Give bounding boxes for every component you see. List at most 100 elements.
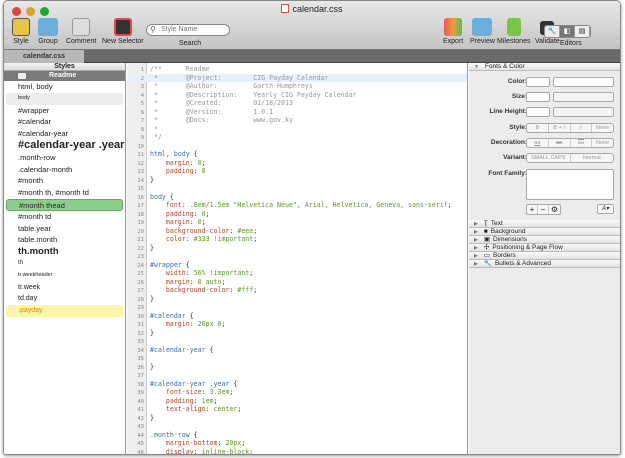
section-borders[interactable]: ▶ ▭ Borders	[469, 252, 620, 260]
code-token-pun: }	[150, 362, 154, 371]
color-field[interactable]	[553, 77, 614, 87]
size-label: Size:	[511, 93, 527, 100]
style-label: Style	[13, 38, 29, 45]
variant-segmented[interactable]: SMALL CAPS Normal	[526, 153, 614, 163]
code-text: color: #333 !important;	[150, 235, 257, 244]
new-selector-button[interactable]: New Selector	[102, 18, 144, 45]
style-rule-item[interactable]: html, body	[6, 81, 123, 93]
section-background[interactable]: ▶ ■ Background	[469, 228, 620, 236]
bold-option[interactable]: B	[527, 124, 549, 132]
code-text: margin-bottom: 20px;	[150, 439, 245, 448]
style-rule-item[interactable]: #month	[6, 175, 123, 187]
search-input[interactable]: Style Name	[146, 24, 230, 36]
add-icon[interactable]: +	[527, 205, 538, 214]
code-token-cmt: * @Description: Yearly CIG Payday Calend…	[150, 90, 357, 99]
code-line: 1/** Readme	[127, 65, 467, 74]
small-caps-option[interactable]: SMALL CAPS	[527, 154, 571, 162]
font-family-list[interactable]	[526, 169, 614, 200]
style-rule-item[interactable]: body	[6, 92, 123, 105]
editors-toggle[interactable]: 🔧 ◧ ▤	[544, 25, 591, 38]
style-rule-item[interactable]: .calendar-month	[6, 164, 123, 176]
code-token-pun: :	[181, 201, 190, 209]
section-dimensions[interactable]: ▶ ▣ Dimensions	[469, 236, 620, 244]
style-button[interactable]: Style	[12, 18, 30, 45]
group-button[interactable]: Group	[38, 18, 58, 45]
code-token-prop: font	[150, 201, 182, 209]
code-token-val: 3.3em	[209, 388, 230, 396]
code-line: 34 #calendar-year {	[127, 346, 467, 355]
code-token-prop: margin	[150, 158, 190, 167]
code-line: 42}	[127, 414, 467, 423]
code-token-cmt: * @Docs: www.gov.ky	[150, 116, 293, 124]
wrench-icon[interactable]: 🔧	[545, 26, 560, 37]
section-text[interactable]: ▶ Ţ Text	[469, 220, 620, 228]
none-option[interactable]: None	[592, 139, 613, 147]
line-height-unit-select[interactable]	[553, 107, 614, 117]
code-line: 36}	[127, 363, 467, 372]
code-token-sel: #calendar	[150, 311, 186, 320]
section-fonts-color[interactable]: ▼ Fonts & Color	[469, 63, 620, 71]
disclosure-open-icon: ▼	[474, 64, 479, 70]
line-height-input[interactable]	[526, 107, 550, 117]
style-rule-item[interactable]: tr.week	[6, 282, 123, 294]
section-bullets-advanced[interactable]: ▶ 🔧 Bullets & Advanced	[469, 260, 620, 268]
code-text: background-color: #fff;	[150, 286, 257, 295]
section-positioning-page-flow[interactable]: ▶ ✣ Positioning & Page Flow	[469, 244, 620, 252]
code-editor-icon[interactable]: ▤	[575, 26, 590, 37]
style-rule-item[interactable]: table.year	[6, 223, 123, 235]
style-rule-item[interactable]: #calendar	[6, 116, 123, 128]
tab-bar: calendar.css	[4, 50, 620, 63]
code-token-prop: margin	[150, 320, 190, 328]
font-style-segmented[interactable]: BB + I I None	[526, 123, 614, 133]
normal-option[interactable]: Normal	[571, 154, 614, 162]
style-rule-item[interactable]: th	[6, 258, 123, 270]
split-editor-icon[interactable]: ◧	[560, 26, 575, 37]
line-number: 46	[137, 449, 144, 455]
font-menu-button[interactable]: A▾	[597, 204, 614, 214]
new-selector-icon	[113, 18, 132, 36]
decoration-segmented[interactable]: aa aa aa None	[526, 138, 614, 148]
remove-icon[interactable]: −	[538, 205, 549, 214]
size-unit-select[interactable]	[553, 92, 614, 102]
code-text: * @Author: Garth Humphreys	[150, 82, 313, 91]
milestones-button[interactable]: Milestones	[497, 18, 530, 45]
color-label: Color:	[507, 78, 527, 85]
code-token-val: 1em	[201, 396, 214, 405]
style-rule-item[interactable]: tr.weekheader	[6, 270, 123, 282]
style-rule-item[interactable]: #month td	[6, 211, 123, 223]
style-rule-item[interactable]: th.month	[6, 246, 123, 258]
code-token-pun: {	[205, 345, 214, 354]
none-option[interactable]: None	[592, 124, 613, 132]
code-token-pun: }	[150, 328, 154, 337]
style-rule-item[interactable]: #month thead	[6, 198, 123, 211]
code-token-pun: :	[185, 235, 194, 243]
readme-item[interactable]: Readme	[4, 71, 125, 81]
italic-option[interactable]: I	[571, 124, 593, 132]
export-button[interactable]: Export	[443, 18, 463, 45]
color-well[interactable]	[526, 77, 550, 87]
preview-label: Preview	[470, 38, 495, 45]
code-line: 21 color: #333 !important;	[127, 235, 467, 244]
group-label: Group	[38, 38, 58, 45]
style-rule-item[interactable]: #calendar-year .year	[6, 139, 124, 152]
gear-icon[interactable]: ⚙	[549, 205, 560, 214]
style-rule-item[interactable]: .payday	[6, 305, 123, 317]
code-token-pun: ;	[447, 201, 452, 209]
style-rule-item[interactable]: table.month	[6, 234, 123, 246]
strikethrough-option[interactable]: aa	[549, 139, 571, 147]
underline-option[interactable]: aa	[527, 139, 549, 147]
code-token-prop: padding	[150, 209, 194, 218]
style-rule-item[interactable]: .month-row	[6, 152, 123, 164]
overline-option[interactable]: aa	[571, 139, 593, 147]
style-rule-item[interactable]: #wrapper	[6, 105, 123, 117]
style-rule-item[interactable]: td.day	[6, 293, 123, 305]
preview-button[interactable]: Preview	[470, 18, 495, 45]
size-input[interactable]	[526, 92, 550, 102]
code-token-val: 0	[201, 167, 206, 175]
comment-button[interactable]: Comment	[66, 18, 96, 45]
tab-calendar-css[interactable]: calendar.css	[4, 50, 84, 63]
style-rule-item[interactable]: #month th, #month td	[6, 187, 123, 199]
code-editor[interactable]: 1/** Readme 2 * @Project: CIG Payday Cale…	[127, 63, 468, 454]
code-token-sel: html, body	[150, 150, 190, 158]
bold-italic-option[interactable]: B + I	[549, 124, 571, 132]
